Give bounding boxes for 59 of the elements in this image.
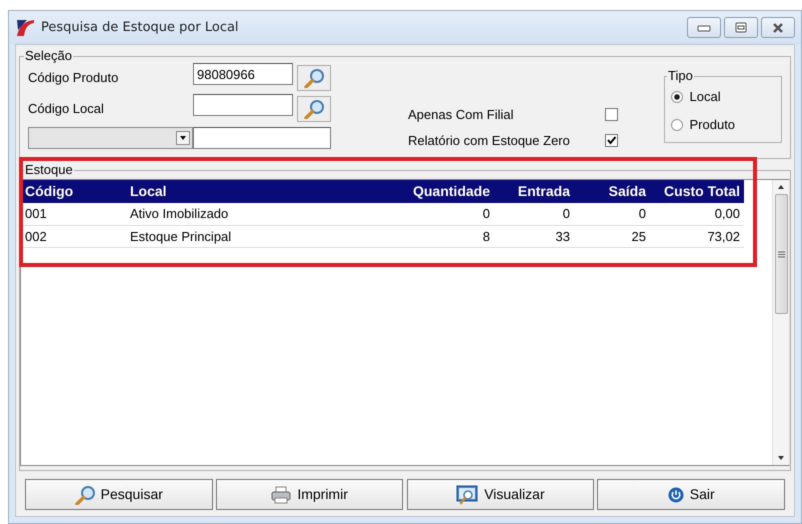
column-header[interactable]: Código — [21, 180, 126, 203]
checkmark-icon — [606, 135, 617, 146]
column-header[interactable]: Local — [126, 180, 396, 203]
action-button[interactable]: Imprimir — [216, 479, 404, 510]
table-cell: Ativo Imobilizado — [126, 203, 396, 225]
monitor-magnifier-icon — [456, 484, 478, 504]
checkbox-label: Apenas Com Filial — [408, 106, 514, 124]
search-icon — [304, 68, 324, 88]
table-cell: 002 — [21, 225, 126, 248]
column-header[interactable]: Saída — [574, 180, 650, 203]
checkbox[interactable] — [605, 134, 618, 148]
app-logo-icon — [15, 18, 35, 38]
close-icon — [771, 22, 785, 34]
field-label: Código Local — [28, 100, 105, 118]
table-cell: 25 — [574, 225, 650, 248]
search-button[interactable] — [297, 96, 331, 122]
scroll-thumb[interactable] — [774, 194, 788, 314]
table-cell: 0 — [574, 203, 650, 225]
minimize-button[interactable] — [686, 17, 720, 38]
table-cell: 0 — [396, 203, 494, 225]
scrollbar[interactable] — [772, 180, 789, 465]
table-cell: 0 — [494, 203, 574, 225]
radio-button[interactable] — [671, 91, 683, 103]
table-cell: 8 — [396, 225, 494, 248]
radio-label: Produto — [690, 116, 736, 134]
input-field[interactable]: 98080966 — [193, 63, 293, 85]
maximize-button[interactable] — [724, 17, 758, 38]
printer-icon — [271, 486, 292, 504]
field-label: Código Produto — [28, 68, 120, 87]
search-button[interactable] — [297, 64, 331, 91]
table-cell: 001 — [21, 203, 126, 225]
input-field[interactable] — [193, 126, 331, 149]
group-title: Seleção — [24, 49, 73, 63]
search-icon — [74, 484, 95, 504]
column-header[interactable]: Quantidade — [396, 180, 494, 203]
window-title: Pesquisa de Estoque por Local — [41, 18, 239, 37]
checkbox[interactable] — [605, 108, 618, 122]
radio-button[interactable] — [671, 119, 683, 131]
checkbox-label: Relatório com Estoque Zero — [408, 132, 570, 150]
table-cell: 33 — [494, 225, 574, 248]
table-cell: Estoque Principal — [126, 225, 396, 248]
search-icon — [304, 98, 324, 119]
action-button[interactable]: Visualizar — [406, 479, 594, 510]
table-cell: 73,02 — [650, 225, 744, 248]
column-header[interactable]: Entrada — [494, 180, 574, 203]
group-title: Tipo — [667, 69, 694, 83]
group-title: Estoque — [24, 163, 74, 177]
power-icon — [668, 486, 684, 502]
column-header[interactable]: Custo Total — [650, 180, 744, 203]
action-button[interactable]: Sair — [597, 479, 785, 510]
action-button[interactable]: Pesquisar — [25, 479, 213, 510]
input-field[interactable] — [193, 94, 293, 116]
close-button[interactable] — [761, 17, 795, 38]
table-cell: 0,00 — [650, 203, 744, 225]
caret-icon — [176, 130, 190, 145]
maximize-icon — [734, 22, 748, 34]
dropdown-field[interactable] — [28, 126, 193, 149]
radio-label: Local — [690, 88, 721, 106]
minimize-icon — [696, 24, 710, 32]
